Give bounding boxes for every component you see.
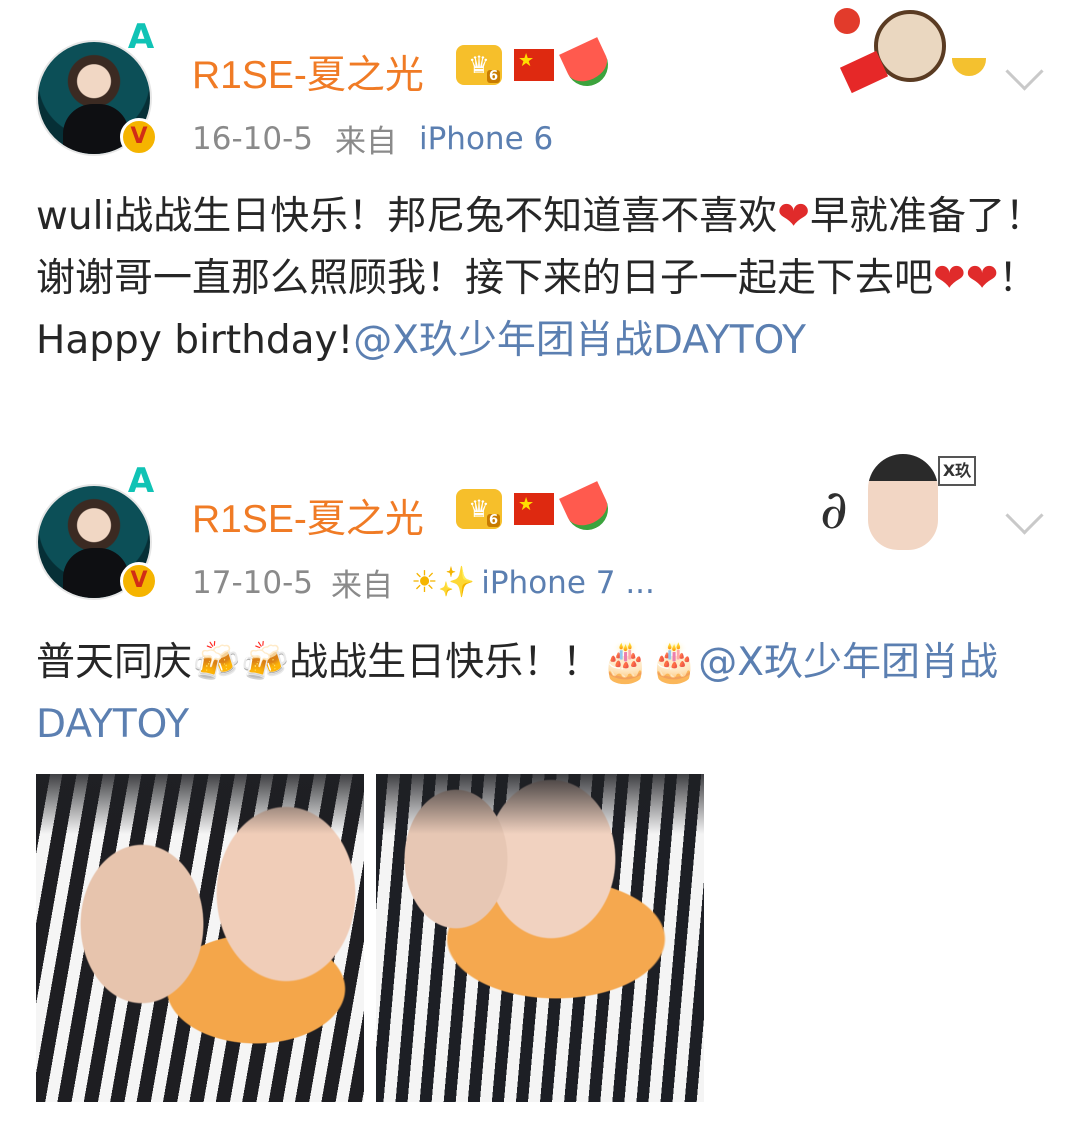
- heart-icon: ❤: [965, 256, 999, 301]
- name-badges: ♛ ★: [456, 37, 615, 93]
- photo-shadow: [36, 774, 364, 834]
- post-image-2[interactable]: [376, 774, 704, 1102]
- post-text: wuli战战生日快乐！邦尼兔不知道喜不喜欢❤早就准备了！谢谢哥一直那么照顾我！接…: [36, 186, 1046, 372]
- author-avatar[interactable]: A V: [36, 20, 158, 156]
- level-badge-icon: A: [127, 17, 155, 57]
- post-meta: 16-10-5 来自 iPhone 6: [192, 116, 553, 161]
- post-date: 17-10-5: [192, 564, 313, 601]
- card-decoration-monkey: [814, 0, 994, 100]
- weibo-post-1: A V R1SE-夏之光 ♛ ★ 16-10-5 来自 iPhone 6 wul…: [0, 0, 1080, 440]
- post-image-1[interactable]: [36, 774, 364, 1102]
- chevron-down-icon[interactable]: [1005, 496, 1044, 535]
- china-flag-icon: ★: [514, 49, 554, 81]
- x9-logo-icon: X玖: [938, 456, 976, 486]
- mention-link[interactable]: @X玖少年团肖战DAYTOY: [353, 318, 806, 363]
- portrait-decoration: [868, 454, 938, 550]
- sparkle-icon: ☀✨: [411, 565, 476, 600]
- verified-badge-icon: V: [120, 118, 158, 156]
- heart-icon: ❤: [777, 194, 810, 239]
- heart-icon: ❤: [933, 256, 966, 301]
- china-flag-icon: ★: [514, 493, 554, 525]
- cake-icon: 🎂: [601, 640, 650, 685]
- author-name[interactable]: R1SE-夏之光: [192, 488, 424, 544]
- post-meta: 17-10-5 来自 ☀✨ iPhone 7 ...: [192, 560, 655, 605]
- source-prefix: 来自: [331, 568, 393, 604]
- watermelon-icon: [559, 481, 615, 537]
- cake-icon: 🎂: [649, 640, 699, 685]
- crown-badge-icon[interactable]: ♛: [456, 45, 502, 85]
- gold-ingot-icon: [952, 58, 986, 76]
- lantern-icon: [834, 8, 860, 34]
- post-text: 普天同庆🍻🍻战战生日快乐！！🎂🎂@X玖少年团肖战DAYTOY: [36, 632, 1046, 756]
- post-source[interactable]: iPhone 6: [419, 121, 553, 157]
- post-text-part: 战战生日快乐！！: [289, 640, 602, 685]
- level-badge-icon: A: [127, 461, 155, 501]
- beer-icon: 🍻: [192, 640, 241, 685]
- post-date: 16-10-5: [192, 120, 313, 157]
- chevron-down-icon[interactable]: [1005, 52, 1044, 91]
- beer-icon: 🍻: [240, 640, 290, 685]
- post-text-part: 普天同庆: [36, 640, 193, 685]
- dragon-icon: ∂: [820, 478, 848, 541]
- watermelon-icon: [559, 37, 615, 93]
- author-name[interactable]: R1SE-夏之光: [192, 44, 424, 100]
- photo-shadow: [376, 774, 704, 834]
- author-avatar[interactable]: A V: [36, 464, 158, 600]
- post-text-part: wuli战战生日快乐！邦尼兔不知道喜不喜欢: [36, 194, 778, 239]
- post-source[interactable]: iPhone 7 ...: [481, 565, 655, 601]
- card-decoration-x9: ∂ X玖: [810, 448, 994, 552]
- source-prefix: 来自: [335, 124, 397, 160]
- verified-badge-icon: V: [120, 562, 158, 600]
- crown-badge-icon[interactable]: ♛: [456, 489, 502, 529]
- name-badges: ♛ ★: [456, 481, 615, 537]
